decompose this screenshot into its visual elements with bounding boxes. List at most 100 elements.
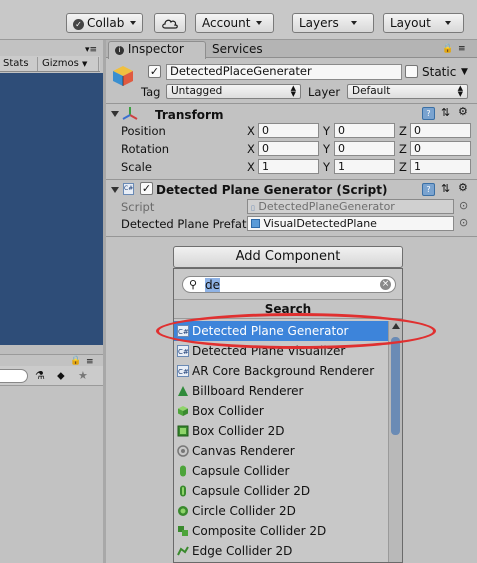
help-book-icon[interactable]: ? <box>422 107 435 120</box>
divider <box>106 103 477 104</box>
component-search-input[interactable]: ⚲ de × <box>182 276 396 293</box>
axis-y-label: Y <box>323 142 331 156</box>
item-label: Capsule Collider <box>192 464 290 478</box>
filter-type-icon[interactable]: ⚗ <box>35 370 45 382</box>
script-icon: C# <box>177 365 189 377</box>
help-book-icon[interactable]: ? <box>422 183 435 196</box>
divider <box>106 179 477 180</box>
main-toolbar: ✓ Collab Account Layers Layout <box>0 0 477 40</box>
item-label: Box Collider 2D <box>192 424 285 438</box>
layers-dropdown[interactable]: Layers <box>292 13 374 33</box>
gear-icon[interactable]: ⚙ <box>458 182 468 194</box>
gameobject-cube-icon <box>112 65 134 87</box>
panel-menu-icon[interactable]: ≡ <box>458 43 466 55</box>
gizmos-dropdown[interactable]: Gizmos ▼ <box>39 57 99 71</box>
lock-icon[interactable]: 🔒 <box>442 43 453 55</box>
collab-dropdown[interactable]: ✓ Collab <box>66 13 144 33</box>
capsule-collider-2d-icon <box>177 485 189 497</box>
list-item[interactable]: Box Collider <box>174 401 388 421</box>
foldout-arrow-icon[interactable] <box>111 111 119 117</box>
chevron-down-icon <box>130 21 137 25</box>
static-checkbox[interactable] <box>405 65 418 78</box>
position-y-field[interactable]: 0 <box>334 123 395 138</box>
item-label: Capsule Collider 2D <box>192 484 311 498</box>
box-collider-icon <box>177 405 189 417</box>
gizmos-label: Gizmos <box>42 58 79 69</box>
component-enabled-checkbox[interactable]: ✓ <box>140 182 153 195</box>
add-component-button[interactable]: Add Component <box>173 246 403 268</box>
prefab-field[interactable]: VisualDetectedPlane <box>247 216 454 231</box>
search-text: de <box>205 278 220 292</box>
chevron-down-icon <box>444 21 451 25</box>
preset-icon[interactable]: ⇅ <box>441 183 450 195</box>
scene-toolbar: Stats Gizmos ▼ <box>0 56 100 72</box>
list-item[interactable]: Edge Collider 2D <box>174 541 388 561</box>
foldout-arrow-icon[interactable] <box>111 187 119 193</box>
list-item[interactable]: Capsule Collider 2D <box>174 481 388 501</box>
tag-label: Tag <box>141 85 161 99</box>
scale-z-field[interactable]: 1 <box>410 159 471 174</box>
list-item[interactable]: Billboard Renderer <box>174 381 388 401</box>
field-value: 0 <box>262 124 269 137</box>
search-icon: ⚲ <box>189 278 198 291</box>
gear-icon[interactable]: ⚙ <box>458 106 468 118</box>
updown-arrows-icon: ▲ ▼ <box>457 84 463 98</box>
account-dropdown[interactable]: Account <box>195 13 274 33</box>
circle-collider-icon <box>177 505 189 517</box>
cloud-button[interactable] <box>154 13 186 33</box>
tab-services[interactable]: Services <box>212 42 263 56</box>
script-label: Script <box>121 200 155 214</box>
inspector-tabbar: i Inspector Services 🔒 ≡ <box>106 40 477 59</box>
list-item[interactable]: C# AR Core Background Renderer <box>174 361 388 381</box>
scene-view[interactable] <box>0 73 103 345</box>
chevron-down-icon[interactable]: ▼ <box>461 66 468 78</box>
object-picker-icon[interactable]: ⊙ <box>459 200 468 212</box>
field-value: 0 <box>338 142 345 155</box>
list-item[interactable]: Circle Collider 2D <box>174 501 388 521</box>
axis-x-label: X <box>247 142 255 156</box>
rotation-z-field[interactable]: 0 <box>410 141 471 156</box>
box-collider-2d-icon <box>177 425 189 437</box>
project-panel <box>0 356 103 563</box>
panel-splitter[interactable] <box>0 345 103 355</box>
scale-x-field[interactable]: 1 <box>258 159 319 174</box>
scale-y-field[interactable]: 1 <box>334 159 395 174</box>
transform-title: Transform <box>155 108 224 122</box>
layer-value: Default <box>352 85 391 97</box>
rotation-y-field[interactable]: 0 <box>334 141 395 156</box>
annotation-ellipse <box>156 313 436 349</box>
check-icon: ✓ <box>73 19 84 30</box>
position-label: Position <box>121 124 166 138</box>
collab-label: Collab <box>87 16 125 30</box>
list-item[interactable]: Capsule Collider <box>174 461 388 481</box>
list-item[interactable]: Canvas Renderer <box>174 441 388 461</box>
axis-y-label: Y <box>323 160 331 174</box>
position-z-field[interactable]: 0 <box>410 123 471 138</box>
scroll-thumb[interactable] <box>391 337 400 435</box>
stats-button[interactable]: Stats <box>0 57 38 71</box>
tab-inspector[interactable]: i Inspector <box>108 41 206 59</box>
tag-dropdown[interactable]: Untagged ▲ ▼ <box>166 84 301 99</box>
object-picker-icon[interactable]: ⊙ <box>459 217 468 229</box>
list-item[interactable]: Composite Collider 2D <box>174 521 388 541</box>
clear-search-icon[interactable]: × <box>380 279 391 290</box>
layout-dropdown[interactable]: Layout <box>383 13 464 33</box>
preset-icon[interactable]: ⇅ <box>441 107 450 119</box>
field-value: 0 <box>338 124 345 137</box>
list-item[interactable]: Box Collider 2D <box>174 421 388 441</box>
object-name-input[interactable]: DetectedPlaceGenerater <box>166 64 402 80</box>
search-value: de <box>205 278 220 292</box>
panel-menu-icon[interactable]: ▾≡ <box>85 44 97 56</box>
active-checkbox[interactable]: ✓ <box>148 65 161 78</box>
tag-icon[interactable]: ⬥ <box>57 370 65 382</box>
axis-y-label: Y <box>323 124 331 138</box>
project-search-input[interactable] <box>0 369 28 383</box>
list-scrollbar[interactable] <box>388 321 402 562</box>
layer-label: Layer <box>308 85 341 99</box>
info-icon: i <box>115 46 124 55</box>
layer-dropdown[interactable]: Default ▲ ▼ <box>347 84 468 99</box>
scale-label: Scale <box>121 160 152 174</box>
star-icon[interactable]: ★ <box>78 370 88 382</box>
position-x-field[interactable]: 0 <box>258 123 319 138</box>
rotation-x-field[interactable]: 0 <box>258 141 319 156</box>
